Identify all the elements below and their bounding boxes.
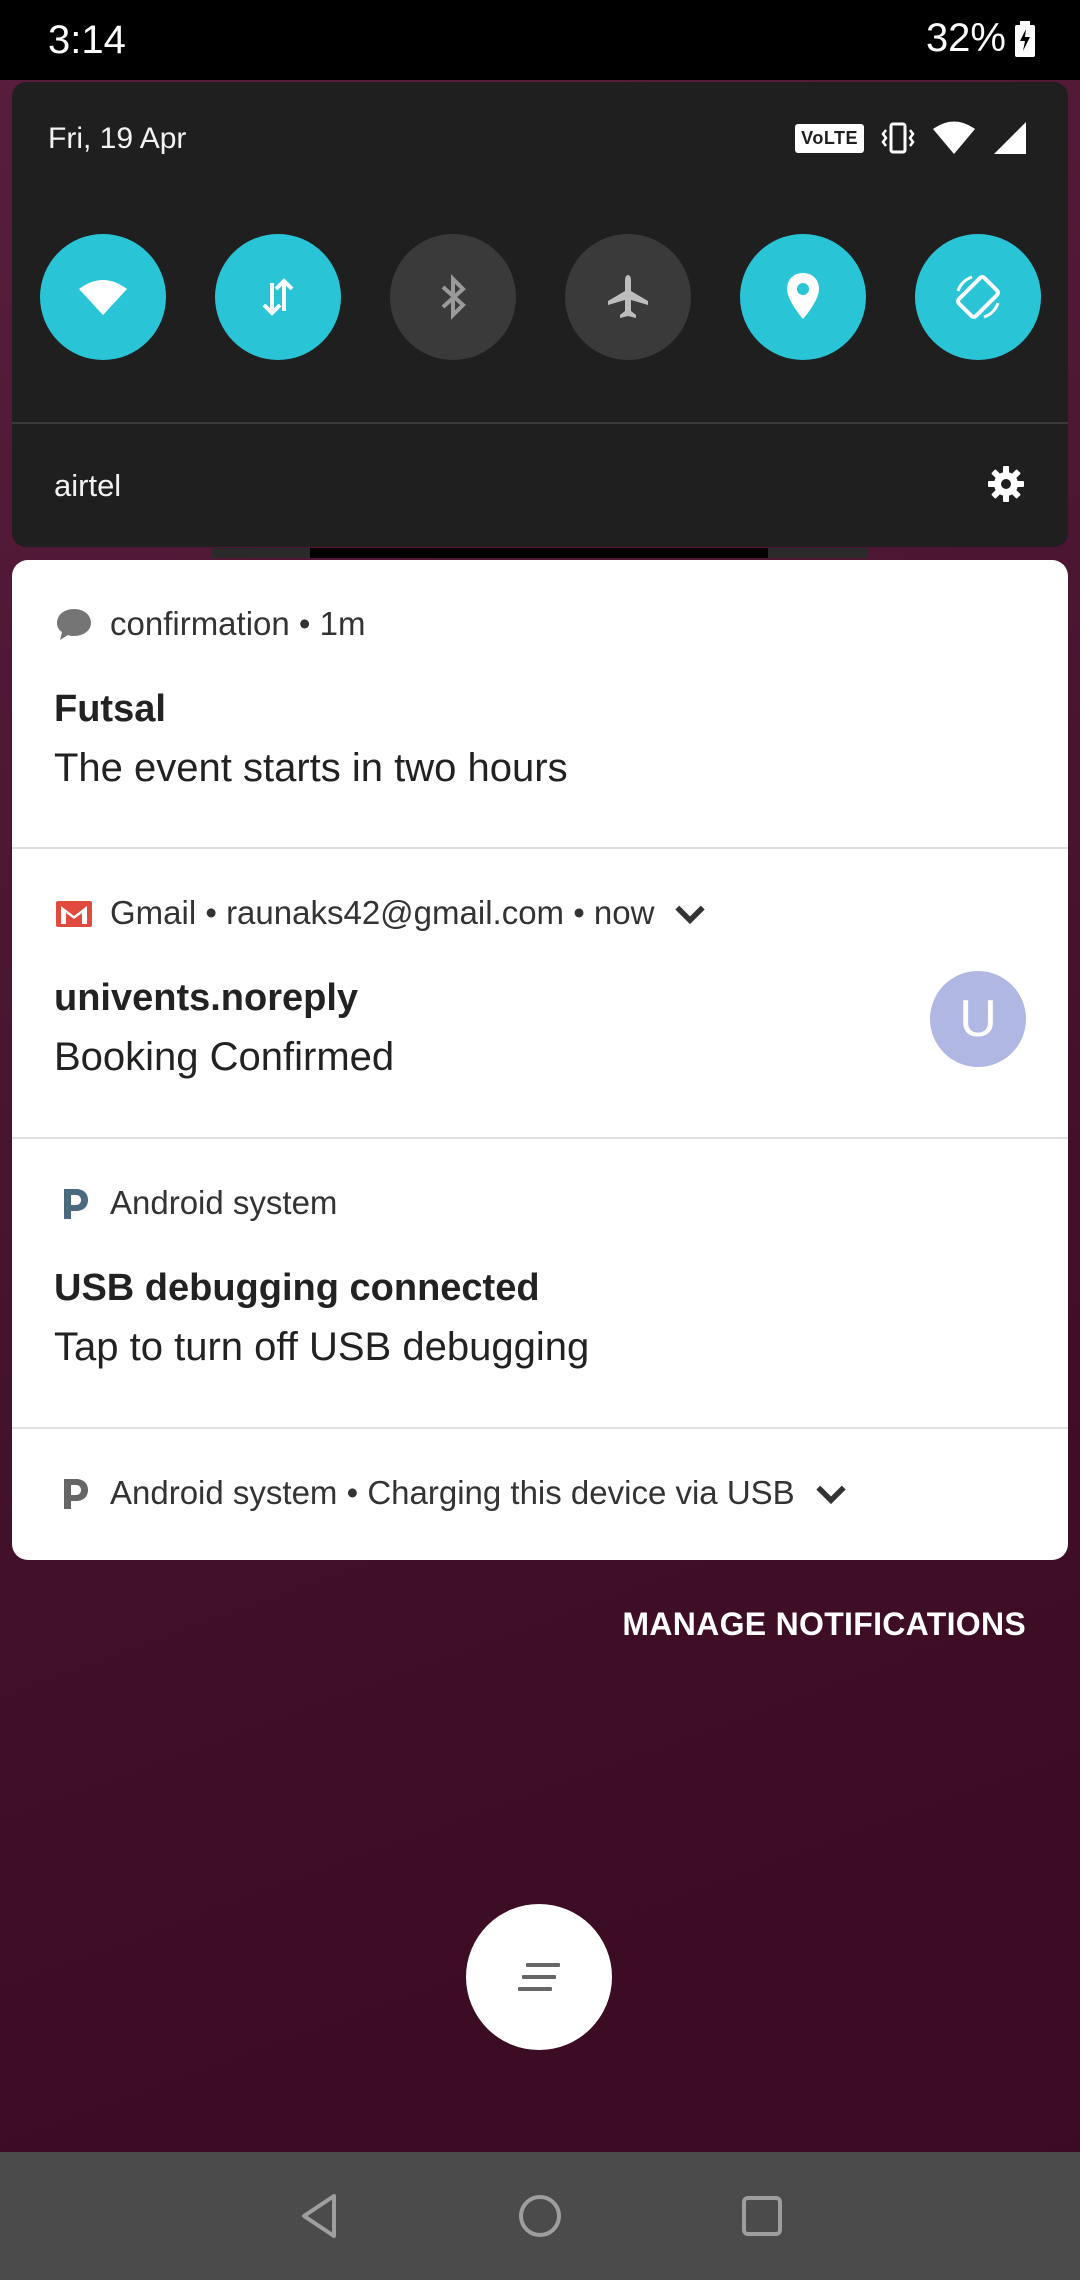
- notification-header: Android system • Charging this device vi…: [54, 1473, 851, 1513]
- carrier-label: airtel: [54, 468, 122, 503]
- chevron-down-icon[interactable]: [670, 893, 710, 933]
- notification-text: Booking Confirmed: [54, 1035, 395, 1079]
- battery-percent: 32%: [925, 16, 1006, 60]
- back-icon[interactable]: [290, 2186, 350, 2246]
- android-system-icon: [64, 1189, 88, 1219]
- avatar: U: [930, 971, 1026, 1067]
- notification-item[interactable]: Android system • Charging this device vi…: [12, 1429, 1068, 1560]
- data-arrows-icon: [262, 278, 294, 316]
- notification-header: confirmation • 1m: [54, 604, 365, 644]
- notification-item[interactable]: confirmation • 1m Futsal The event start…: [12, 560, 1068, 849]
- status-bar: 3:14 32%: [0, 0, 1080, 80]
- vibrate-icon: [881, 122, 915, 154]
- gear-icon[interactable]: [986, 464, 1026, 504]
- quick-tiles: [40, 234, 1052, 364]
- airplane-icon: [608, 275, 648, 318]
- tile-location[interactable]: [740, 234, 866, 360]
- manage-notifications-button[interactable]: MANAGE NOTIFICATIONS: [622, 1606, 1026, 1643]
- volte-icon: VoLTE: [795, 123, 864, 153]
- wifi-signal-icon: [933, 121, 975, 154]
- navigation-bar: [0, 2152, 1080, 2280]
- tile-bluetooth[interactable]: [390, 234, 516, 360]
- notification-header: Android system: [54, 1183, 337, 1223]
- chat-bubble-icon: [57, 609, 91, 640]
- tile-airplane-mode[interactable]: [565, 234, 691, 360]
- quick-settings-panel: Fri, 19 Apr VoLTE airtel: [12, 82, 1068, 547]
- battery-indicator: 32%: [926, 16, 1036, 61]
- notification-text: The event starts in two hours: [54, 746, 568, 790]
- clock: 3:14: [48, 18, 126, 62]
- rotate-icon: [956, 275, 1000, 319]
- tile-auto-rotate[interactable]: [915, 234, 1041, 360]
- panel-edge: [768, 548, 868, 558]
- clear-all-button[interactable]: [466, 1904, 612, 2050]
- date-label: Fri, 19 Apr: [48, 122, 187, 155]
- notification-text: Tap to turn off USB debugging: [54, 1325, 590, 1369]
- notification-item[interactable]: Android system USB debugging connected T…: [12, 1139, 1068, 1429]
- bluetooth-icon: [441, 274, 466, 320]
- gmail-icon: [56, 901, 92, 927]
- notification-title: univents.noreply: [54, 977, 359, 1019]
- notification-app-label: Android system: [110, 1184, 338, 1221]
- clear-all-icon: [518, 1963, 560, 1991]
- wifi-icon: [79, 280, 127, 315]
- notification-app-label: Gmail • raunaks42@gmail.com • now: [110, 894, 655, 931]
- location-pin-icon: [787, 273, 819, 319]
- tile-mobile-data[interactable]: [215, 234, 341, 360]
- recents-icon[interactable]: [732, 2186, 792, 2246]
- notification-title: USB debugging connected: [54, 1267, 540, 1309]
- cell-signal-icon: [994, 122, 1026, 154]
- notification-app-label: confirmation • 1m: [110, 605, 366, 642]
- notification-header: Gmail • raunaks42@gmail.com • now: [54, 893, 710, 933]
- android-system-icon: [64, 1479, 88, 1509]
- quick-settings-divider: [12, 422, 1068, 424]
- panel-edge: [212, 548, 310, 558]
- home-icon[interactable]: [510, 2186, 570, 2246]
- notification-title: Futsal: [54, 688, 166, 730]
- chevron-down-icon[interactable]: [811, 1473, 851, 1513]
- system-icons: VoLTE: [795, 120, 1028, 156]
- tile-wifi[interactable]: [40, 234, 166, 360]
- notification-item[interactable]: Gmail • raunaks42@gmail.com • now univen…: [12, 849, 1068, 1139]
- battery-charging-icon: [1015, 20, 1035, 57]
- notification-list: confirmation • 1m Futsal The event start…: [12, 560, 1068, 1560]
- notification-app-label: Android system • Charging this device vi…: [110, 1474, 795, 1511]
